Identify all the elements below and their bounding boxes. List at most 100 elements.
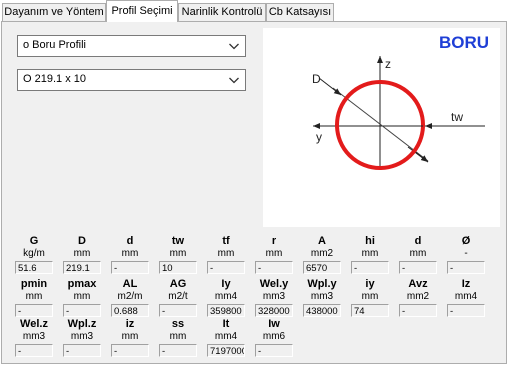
property-value-field: - <box>207 261 245 274</box>
property-unit: mm4 <box>454 291 478 302</box>
chevron-down-icon <box>229 77 239 84</box>
property-label: Iw <box>268 318 280 330</box>
tw-label: tw <box>451 110 463 124</box>
property-cell: Iz mm4 - <box>446 278 486 317</box>
property-value-field: - <box>255 344 293 357</box>
property-label: Iz <box>461 278 471 290</box>
property-label: pmin <box>20 278 48 290</box>
property-cell: Gkg/m 51.6 <box>14 235 54 274</box>
property-cell: Wel.y mm3 328000 <box>254 278 294 317</box>
property-cell: Iw mm6 - <box>254 318 294 357</box>
property-cell: hi mm - <box>350 235 390 274</box>
property-value-field: - <box>399 261 437 274</box>
property-label: iy <box>365 278 375 290</box>
property-label: It <box>222 318 230 330</box>
property-value-field: - <box>159 304 197 317</box>
property-label: hi <box>365 235 375 247</box>
section-value: O 219.1 x 10 <box>23 73 86 85</box>
property-label: A <box>318 235 326 247</box>
property-label: Wpl.y <box>307 278 337 290</box>
property-label: Wpl.z <box>67 318 97 330</box>
y-axis-label: y <box>316 130 322 144</box>
property-cell: tw mm 10 <box>158 235 198 274</box>
property-value-field: 10 <box>159 261 197 274</box>
property-label: D <box>78 235 86 247</box>
property-unit: mm4 <box>214 331 238 342</box>
property-cell: tf mm - <box>206 235 246 274</box>
property-unit: mm <box>169 331 187 342</box>
section-select[interactable]: O 219.1 x 10 <box>17 69 246 91</box>
property-cell: Wpl.y mm3 438000 <box>302 278 342 317</box>
property-unit: mm <box>217 248 235 259</box>
property-value-field: 359800 <box>207 304 245 317</box>
property-label: r <box>271 235 277 247</box>
property-label: iz <box>125 318 135 330</box>
property-label: d <box>414 235 422 247</box>
property-label: G <box>29 235 39 247</box>
property-cell: Dmm 219.1 <box>62 235 102 274</box>
property-value-field: - <box>447 304 485 317</box>
property-label: pmax <box>67 278 97 290</box>
property-cell: Iy mm4 359800 <box>206 278 246 317</box>
property-label: AG <box>169 278 187 290</box>
property-unit: mm2 <box>310 248 334 259</box>
property-unit: mm2 <box>406 291 430 302</box>
property-label: Wel.y <box>259 278 289 290</box>
property-unit: mm <box>73 291 91 302</box>
profile-type-select[interactable]: o Boru Profili <box>17 35 246 57</box>
property-unit: mm <box>73 248 91 259</box>
property-unit: mm <box>121 331 139 342</box>
chevron-down-icon <box>229 43 239 50</box>
property-unit: mm <box>361 248 379 259</box>
property-label: Iy <box>221 278 231 290</box>
property-unit: mm4 <box>214 291 238 302</box>
property-cell: r mm - <box>254 235 294 274</box>
property-label: Avz <box>408 278 428 290</box>
property-value-field: 328000 <box>255 304 293 317</box>
property-unit: mm3 <box>262 291 286 302</box>
z-axis-label: z <box>385 57 391 71</box>
property-cell: pmax mm - <box>62 278 102 317</box>
property-label: tf <box>222 235 230 247</box>
property-value-field: 219.1 <box>63 261 101 274</box>
property-value-field: - <box>111 344 149 357</box>
property-label: tw <box>171 235 185 247</box>
property-value-field: 51.6 <box>15 261 53 274</box>
tab-profil-secimi[interactable]: Profil Seçimi <box>106 0 178 22</box>
tab-bar: Dayanım ve Yöntem Profil Seçimi Narinlik… <box>0 0 510 22</box>
diameter-arrow-start <box>318 77 342 96</box>
property-unit: m2/t <box>168 291 188 302</box>
property-cell: iy mm 74 <box>350 278 390 317</box>
property-unit: mm <box>25 291 43 302</box>
property-value-field: 74 <box>351 304 389 317</box>
property-cell: Amm2 6570 <box>302 235 342 274</box>
property-value-field: 438000 <box>303 304 341 317</box>
property-label: Wel.z <box>20 318 48 330</box>
property-value-field: - <box>255 261 293 274</box>
property-label: d <box>126 235 134 247</box>
property-cell: d mm - <box>110 235 150 274</box>
property-cell: ss mm - <box>158 318 198 357</box>
property-unit: mm3 <box>310 291 334 302</box>
property-value-field: - <box>159 344 197 357</box>
tab-dayanim-ve-yontem[interactable]: Dayanım ve Yöntem <box>2 3 106 21</box>
pipe-section-drawing: BORU D z y tw <box>312 33 489 170</box>
property-cell: Ø-- <box>446 235 486 274</box>
property-label: Ø <box>461 235 471 247</box>
diameter-label: D <box>312 72 321 86</box>
property-cell: d mm - <box>398 235 438 274</box>
property-value-field: - <box>447 261 485 274</box>
property-value-field: - <box>351 261 389 274</box>
property-label: ss <box>171 318 185 330</box>
profile-type-value: o Boru Profili <box>23 39 86 51</box>
property-unit: mm <box>121 248 139 259</box>
property-value-field: - <box>15 304 53 317</box>
property-label: AL <box>122 278 138 290</box>
property-value-field: - <box>399 304 437 317</box>
property-unit: mm3 <box>70 331 94 342</box>
property-value-field: - <box>15 344 53 357</box>
property-cell: AL m2/m 0.688 <box>110 278 150 317</box>
tab-cb-katsayisi[interactable]: Cb Katsayısı <box>266 3 334 21</box>
tab-narinlik-kontrolu[interactable]: Narinlik Kontrolü <box>178 3 266 21</box>
property-unit: - <box>464 248 468 259</box>
